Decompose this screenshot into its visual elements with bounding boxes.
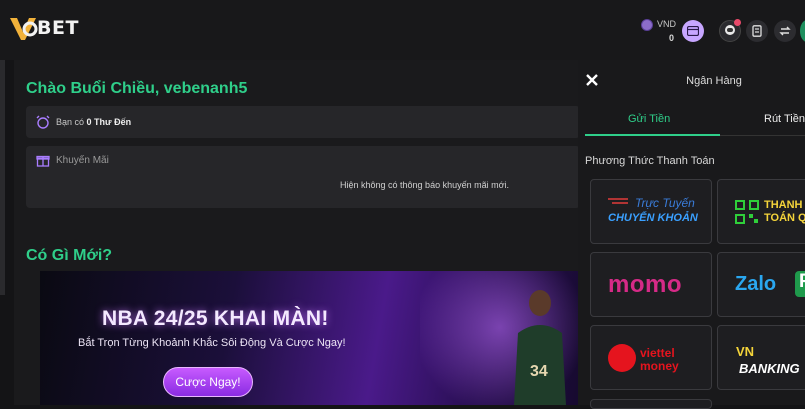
tab-deposit[interactable]: Gửi Tiền — [628, 113, 670, 125]
viettel-line2: money — [640, 359, 679, 373]
main-content: Chào Buổi Chiều, vebenanh5 Bạn có 0 Thư … — [14, 60, 580, 405]
promotion-heading: Khuyến Mãi — [56, 155, 109, 166]
site-logo[interactable]: BET — [8, 14, 79, 42]
payment-methods-heading: Phương Thức Thanh Toán — [585, 155, 715, 167]
wallet-icon — [687, 26, 699, 36]
inbox-text: Bạn có 0 Thư Đến — [56, 117, 131, 127]
vnbanking-line1: VN — [736, 344, 755, 359]
greeting-heading: Chào Buổi Chiều, vebenanh5 — [26, 80, 248, 97]
tab-withdraw[interactable]: Rút Tiền — [764, 113, 805, 125]
panel-tabs: Gửi Tiền Rút Tiền — [585, 104, 805, 136]
wallet-balance[interactable]: VND 0 — [641, 17, 681, 45]
zalopay-logo-zalo: Zalo — [735, 273, 777, 295]
avatar[interactable] — [719, 19, 741, 42]
zalopay-logo-pay: Pay — [795, 271, 805, 297]
balance-value: 0 — [669, 33, 675, 43]
bank-transfer-line2: CHUYỂN KHOẢN — [608, 212, 698, 224]
transactions-button[interactable] — [746, 20, 768, 42]
method-qr-pay[interactable]: THANH TOÁN Q — [717, 179, 805, 244]
inbox-card[interactable]: Bạn có 0 Thư Đến — [26, 106, 580, 138]
promotion-empty-text: Hiện không có thông báo khuyến mãi mới. — [340, 180, 510, 190]
inbox-prefix: Bạn có — [56, 117, 85, 127]
top-bar: BET VND 0 — [0, 0, 805, 60]
document-icon — [752, 25, 762, 37]
transfer-button[interactable] — [774, 20, 796, 42]
method-more[interactable] — [590, 399, 712, 409]
left-scrollbar[interactable] — [0, 60, 5, 295]
bank-transfer-line1: Trực Tuyến — [635, 196, 695, 210]
method-zalopay[interactable]: Zalo Pay — [717, 252, 805, 317]
qr-pay-line1: THANH — [764, 199, 803, 211]
banner-title: NBA 24/25 KHAI MÀN! — [102, 307, 329, 330]
momo-logo: momo — [608, 271, 682, 298]
logo-text: BET — [37, 17, 79, 39]
method-vnbanking[interactable]: VN BANKING — [717, 325, 805, 390]
method-bank-transfer[interactable]: Trực Tuyến CHUYỂN KHOẢN — [590, 179, 712, 244]
vnbanking-line2: BANKING — [739, 361, 800, 376]
qr-code-icon — [735, 200, 759, 224]
logo-mark-icon — [10, 18, 38, 40]
notification-dot — [734, 19, 741, 26]
alarm-clock-icon — [36, 115, 50, 129]
speed-lines-icon — [608, 198, 628, 204]
svg-text:34: 34 — [530, 363, 548, 380]
coin-icon — [641, 19, 653, 31]
promo-banner[interactable]: 34 NBA 24/25 KHAI MÀN! Bắt Trọn Từng Kho… — [40, 271, 580, 405]
method-viettel-money[interactable]: viettel money — [590, 325, 712, 390]
gift-icon — [36, 155, 50, 167]
qr-pay-line2: TOÁN Q — [764, 212, 805, 224]
panel-title: Ngân Hàng — [686, 75, 742, 87]
active-tab-indicator — [585, 134, 720, 136]
astronaut-avatar-icon — [725, 25, 735, 35]
deposit-wallet-button[interactable] — [682, 20, 704, 42]
banner-subtitle: Bắt Trọn Từng Khoảnh Khắc Sôi Động Và Cư… — [78, 337, 346, 349]
support-button-edge[interactable] — [800, 20, 805, 42]
viettel-phone-icon — [608, 344, 636, 372]
news-heading: Có Gì Mới? — [26, 247, 113, 264]
viettel-line1: viettel — [640, 346, 675, 360]
inbox-count: 0 Thư Đến — [86, 117, 132, 127]
method-momo[interactable]: momo — [590, 252, 712, 317]
currency-label: VND — [657, 19, 677, 29]
basketball-player-image: 34 — [514, 290, 566, 405]
promotion-card: Khuyến Mãi Hiện không có thông báo khuyế… — [26, 146, 580, 208]
bet-now-button[interactable]: Cược Ngay! — [163, 367, 253, 397]
bank-panel: Ngân Hàng Gửi Tiền Rút Tiền Phương Thức … — [578, 60, 805, 409]
swap-icon — [779, 26, 791, 36]
